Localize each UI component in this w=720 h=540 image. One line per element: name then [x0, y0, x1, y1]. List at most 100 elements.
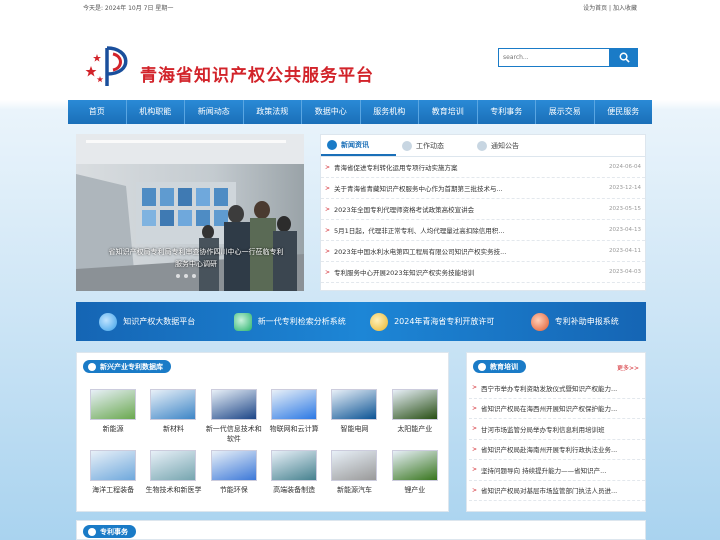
news-title[interactable]: 关于青海省青藏知识产权服务中心作为首期第三批技术与... [334, 183, 607, 193]
license-icon [370, 312, 389, 331]
news-item[interactable]: >2023年中国水利水电第四工程局有限公司知识产权实务技... 2023-04-1… [321, 241, 645, 262]
slider-dot[interactable] [184, 274, 188, 278]
news-item[interactable]: > 青海省促进专利转化运用专项行动实施方案 2024-06-04 [321, 157, 645, 178]
tab-work-updates[interactable]: 工作动态 [396, 135, 471, 156]
industry-label[interactable]: 太阳能产业 [387, 424, 443, 434]
nav-patent-affairs[interactable]: 专利事务 [478, 100, 536, 124]
list-item-title[interactable]: 省知识产权局在海西州开展知识产权保护能力... [481, 403, 617, 413]
industry-thumbnail[interactable] [391, 450, 438, 481]
list-item[interactable]: > 省知识产权局在海西州开展知识产权保护能力... [469, 399, 645, 419]
slider-dot[interactable] [192, 274, 196, 278]
list-item-title[interactable]: 坚持问题导向 持续提升能力——省知识产... [481, 465, 606, 475]
search-input[interactable] [498, 48, 610, 67]
industry-label[interactable]: 智能电网 [326, 424, 382, 434]
subsidy-system-link[interactable]: 专利补助申报系统 [504, 312, 647, 331]
list-item[interactable]: > 省知识产权局赴海南州开展专利行政执法业务... [469, 440, 645, 460]
patent-affairs-box: 专利事务 [76, 520, 646, 540]
nav-news[interactable]: 新闻动态 [185, 100, 244, 124]
industry-item[interactable]: 智能电网 [324, 389, 384, 444]
industry-item[interactable]: 锂产业 [385, 450, 445, 495]
news-slider[interactable]: 省知识产权局专利局专利审查协作四川中心一行莅临专利服务中心调研 [76, 134, 304, 291]
nav-education[interactable]: 教育培训 [419, 100, 478, 124]
site-logo-icon[interactable] [83, 40, 135, 92]
nav-exhibition-trade[interactable]: 展示交易 [536, 100, 595, 124]
news-item[interactable]: > 专利服务中心开展2023年知识产权实务技能培训 2023-04-03 [321, 262, 645, 283]
industry-item[interactable]: 新材料 [143, 389, 203, 444]
news-title[interactable]: 2023年全国专利代理师资格考试政策高校宣讲会 [334, 204, 607, 214]
industry-thumbnail[interactable] [331, 450, 378, 481]
news-title[interactable]: 青海省促进专利转化运用专项行动实施方案 [334, 162, 607, 172]
industry-label[interactable]: 新一代信息技术和软件 [206, 424, 262, 444]
nav-policy[interactable]: 政策法规 [244, 100, 302, 124]
big-data-platform-link[interactable]: 知识产权大数据平台 [76, 312, 219, 331]
list-item-title[interactable]: 甘河市场监管分局举办专利信息利用培训班 [481, 424, 605, 434]
set-homepage-link[interactable]: 设为首页 [583, 5, 607, 12]
industry-label[interactable]: 新能源 [85, 424, 141, 434]
news-title[interactable]: 2023年中国水利水电第四工程局有限公司知识产权实务技... [334, 246, 607, 256]
industry-item[interactable]: 高端装备制造 [264, 450, 324, 495]
bell-icon [477, 140, 487, 151]
industry-thumbnail[interactable] [210, 389, 257, 420]
nav-service-agencies[interactable]: 服务机构 [361, 100, 419, 124]
industry-thumbnail[interactable] [210, 450, 257, 481]
news-item[interactable]: >2023年全国专利代理师资格考试政策高校宣讲会 2023-05-15 [321, 199, 645, 220]
main-nav: 首页 机构职能 新闻动态 政策法规 数据中心 服务机构 教育培训 专利事务 展示… [68, 100, 652, 124]
tab-label: 工作动态 [416, 141, 444, 150]
news-item[interactable]: > 关于青海省青藏知识产权服务中心作为首期第三批技术与... 2023-12-14 [321, 178, 645, 199]
list-item-title[interactable]: 省知识产权局对基层市场监管部门执法人员进... [481, 485, 617, 495]
more-link[interactable]: 更多>> [617, 363, 639, 372]
industry-label[interactable]: 物联网和云计算 [266, 424, 322, 434]
arrow-icon: > [325, 268, 331, 276]
industry-label[interactable]: 锂产业 [387, 485, 443, 495]
link-separator: | [609, 5, 612, 12]
slider-dot[interactable] [176, 274, 180, 278]
industry-label[interactable]: 高端装备制造 [266, 485, 322, 495]
list-item[interactable]: > 省知识产权局对基层市场监管部门执法人员进... [469, 481, 645, 501]
industry-item[interactable]: 新一代信息技术和软件 [204, 389, 264, 444]
education-list: > 西宁市举办专利资助发放仪式暨知识产权能力... > 省知识产权局在海西州开展知识… [469, 378, 645, 501]
industry-thumbnail[interactable] [331, 389, 378, 420]
nav-convenience-services[interactable]: 便民服务 [595, 100, 653, 124]
list-item-title[interactable]: 省知识产权局赴海南州开展专利行政执法业务... [481, 444, 617, 454]
search-button[interactable] [610, 48, 638, 67]
news-title[interactable]: 5月1日起，代理非正常专利、人均代理量过高扣除信用积... [334, 225, 607, 235]
industry-item[interactable]: 节能环保 [204, 450, 264, 495]
industry-item[interactable]: 新能源 [83, 389, 143, 444]
industry-item[interactable]: 生物技术和新医学 [143, 450, 203, 495]
list-item[interactable]: > 甘河市场监管分局举办专利信息利用培训班 [469, 419, 645, 440]
open-license-link[interactable]: 2024年青海省专利开放许可 [361, 312, 504, 331]
industry-item[interactable]: 新能源汽车 [324, 450, 384, 495]
industry-label[interactable]: 海洋工程装备 [85, 485, 141, 495]
industry-thumbnail[interactable] [391, 389, 438, 420]
search-system-icon [233, 312, 252, 331]
industry-thumbnail[interactable] [271, 389, 318, 420]
industry-thumbnail[interactable] [150, 389, 197, 420]
industry-thumbnail[interactable] [271, 450, 318, 481]
industry-thumbnail[interactable] [90, 450, 137, 481]
add-favorite-link[interactable]: 加入收藏 [613, 5, 637, 12]
industry-label[interactable]: 生物技术和新医学 [145, 485, 201, 495]
tab-news[interactable]: 新闻资讯 [321, 135, 396, 156]
list-item[interactable]: > 坚持问题导向 持续提升能力——省知识产... [469, 460, 645, 481]
tab-notices[interactable]: 通知公告 [471, 135, 546, 156]
top-bar: 今天是: 2024年 10月 7日 星期一 设为首页 | 加入收藏 [0, 0, 720, 14]
news-title[interactable]: 专利服务中心开展2023年知识产权实务技能培训 [334, 267, 607, 277]
nav-functions[interactable]: 机构职能 [127, 100, 185, 124]
industry-label[interactable]: 节能环保 [206, 485, 262, 495]
nav-home[interactable]: 首页 [68, 100, 127, 124]
industry-label[interactable]: 新能源汽车 [326, 485, 382, 495]
list-item[interactable]: > 西宁市举办专利资助发放仪式暨知识产权能力... [469, 378, 645, 399]
news-date: 2024-06-04 [609, 164, 641, 170]
list-item-title[interactable]: 西宁市举办专利资助发放仪式暨知识产权能力... [481, 383, 617, 393]
industry-item[interactable]: 太阳能产业 [385, 389, 445, 444]
globe-icon [99, 312, 118, 331]
nav-data-center[interactable]: 数据中心 [302, 100, 361, 124]
patent-search-system-link[interactable]: 新一代专利检索分析系统 [219, 312, 362, 331]
industry-item[interactable]: 物联网和云计算 [264, 389, 324, 444]
industry-thumbnail[interactable] [90, 389, 137, 420]
section-header: 专利事务 [83, 525, 136, 538]
industry-item[interactable]: 海洋工程装备 [83, 450, 143, 495]
industry-thumbnail[interactable] [150, 450, 197, 481]
news-item[interactable]: >5月1日起，代理非正常专利、人均代理量过高扣除信用积... 2023-04-13 [321, 220, 645, 241]
industry-label[interactable]: 新材料 [145, 424, 201, 434]
